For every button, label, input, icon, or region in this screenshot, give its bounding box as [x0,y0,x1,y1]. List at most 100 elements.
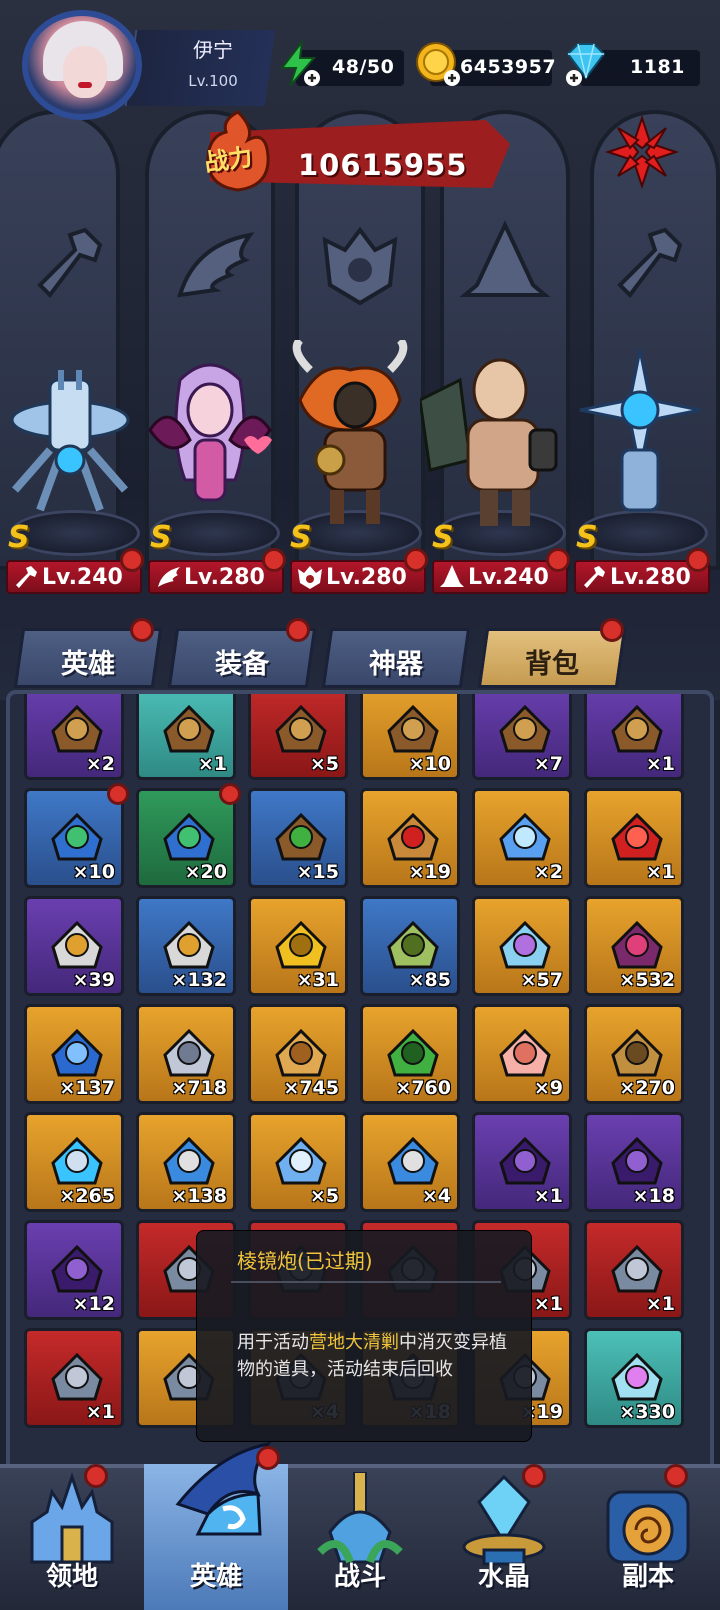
item-quantity: ×5 [309,753,339,775]
wizard-hat-badge-icon [499,1136,551,1185]
stamina-value: 48/50 [332,56,395,78]
player-level: Lv.100 [188,72,238,90]
cannon-icon [163,1136,215,1185]
beast-icon [298,566,322,589]
item-quantity: ×57 [520,969,563,991]
item-quantity: ×745 [283,1077,339,1099]
notification-dot [404,548,428,572]
gem-chest-icon [163,812,215,861]
inventory-slot[interactable]: ×19 [360,788,460,888]
inventory-slot[interactable]: ×12 [24,1220,124,1320]
hero-crystal-mech[interactable] [570,340,710,540]
inventory-slot[interactable]: ×138 [136,1112,236,1212]
beast-emblem-icon [310,215,410,315]
wrench-badge-icon [51,1244,103,1293]
crystal-ticket-icon [499,812,551,861]
inventory-slot[interactable]: ×57 [472,896,572,996]
inventory-slot[interactable]: ×85 [360,896,460,996]
sword-emblem-icon [317,1472,403,1564]
inventory-slot[interactable]: ×760 [360,1004,460,1104]
inventory-slot[interactable]: ×745 [248,1004,348,1104]
item-quantity: ×138 [171,1185,227,1207]
nav-crystal-label: 水晶 [477,1562,530,1592]
chest-icon [499,704,551,753]
blue-hat-icon [51,1028,103,1077]
hero-level: Lv.280 [326,565,407,590]
peach-icon [499,1028,551,1077]
plant-chest-icon [275,812,327,861]
item-quantity: ×85 [408,969,451,991]
inventory-slot[interactable]: ×137 [24,1004,124,1104]
inventory-slot[interactable]: ×132 [136,896,236,996]
inventory-slot[interactable]: ×1 [584,694,684,780]
wizard-hat-icon [440,565,464,587]
tab-equipment-label: 装备 [215,649,269,680]
hero-level: Lv.280 [184,565,265,590]
item-quantity: ×2 [85,753,115,775]
item-quantity: ×1 [645,861,675,883]
inventory-slot[interactable]: ×1 [584,788,684,888]
player-avatar[interactable] [22,10,142,120]
inventory-slot[interactable]: ×2 [24,694,124,780]
inventory-slot[interactable]: ×7 [472,694,572,780]
inventory-slot[interactable]: ×10 [360,694,460,780]
inventory-slot[interactable]: ×1 [24,1328,124,1428]
beast-badge-icon [611,1136,663,1185]
inventory-slot[interactable]: ×5 [248,694,348,780]
notification-dot [107,783,129,805]
inventory-slot[interactable]: ×15 [248,788,348,888]
item-quantity: ×4 [421,1185,451,1207]
item-quantity: ×1 [533,1293,563,1315]
power-value: 10615955 [298,148,468,182]
inventory-slot[interactable]: ×39 [24,896,124,996]
inventory-slot[interactable]: ×718 [136,1004,236,1104]
notification-dot [522,1464,546,1488]
inventory-slot[interactable]: ×18 [584,1112,684,1212]
hero-minotaur[interactable] [280,340,420,540]
item-quantity: ×18 [632,1185,675,1207]
inventory-slot[interactable]: ×330 [584,1328,684,1428]
item-quantity: ×270 [619,1077,675,1099]
diamond-icon [566,43,606,86]
hero-succubus[interactable] [140,340,280,540]
tooltip-title: 棱镜炮(已过期) [237,1249,373,1273]
item-quantity: ×12 [72,1293,115,1315]
item-quantity: ×20 [184,861,227,883]
item-tooltip: 棱镜炮(已过期) 用于活动营地大清剿中消灭变异植物的道具，活动结束后回收 [196,1230,532,1442]
item-quantity: ×1 [645,753,675,775]
inventory-slot[interactable]: ×2 [472,788,572,888]
inventory-slot[interactable]: ×265 [24,1112,124,1212]
inventory-slot[interactable]: ×1 [472,1112,572,1212]
inventory-slot[interactable]: ×1 [136,694,236,780]
feather-icon [275,1136,327,1185]
inventory-slot[interactable]: ×20 [136,783,241,888]
tooltip-event-name: 营地大清剿 [309,1332,399,1353]
item-quantity: ×7 [533,753,563,775]
hero-rank: S [150,520,172,555]
hero-level: Lv.240 [42,565,123,590]
hero-warrior[interactable] [420,340,560,540]
inventory-slot[interactable]: ×10 [24,783,129,888]
menu-flower-icon[interactable] [602,112,682,192]
inventory-slot[interactable]: ×1 [584,1220,684,1320]
notification-dot [84,1464,108,1488]
item-quantity: ×1 [533,1185,563,1207]
inventory-slot[interactable]: ×5 [248,1112,348,1212]
inventory-slot[interactable]: ×9 [472,1004,572,1104]
item-quantity: ×132 [171,969,227,991]
inventory-slot[interactable]: ×31 [248,896,348,996]
gem-chest-icon [51,812,103,861]
item-quantity: ×39 [72,969,115,991]
rainbow-crystal-icon [611,1352,663,1401]
inventory-slot[interactable]: ×270 [584,1004,684,1104]
hero-mech-spider[interactable] [0,340,140,540]
inventory-slot[interactable]: ×532 [584,896,684,996]
hero-level: Lv.240 [468,565,549,590]
item-quantity: ×15 [296,861,339,883]
tooltip-desc-part: 用于活动 [237,1332,309,1353]
gold-value: 6453957 [460,56,557,78]
power-label: 战力 [202,142,255,178]
orb-ring-icon [51,1136,103,1185]
inventory-slot[interactable]: ×4 [360,1112,460,1212]
item-quantity: ×137 [59,1077,115,1099]
